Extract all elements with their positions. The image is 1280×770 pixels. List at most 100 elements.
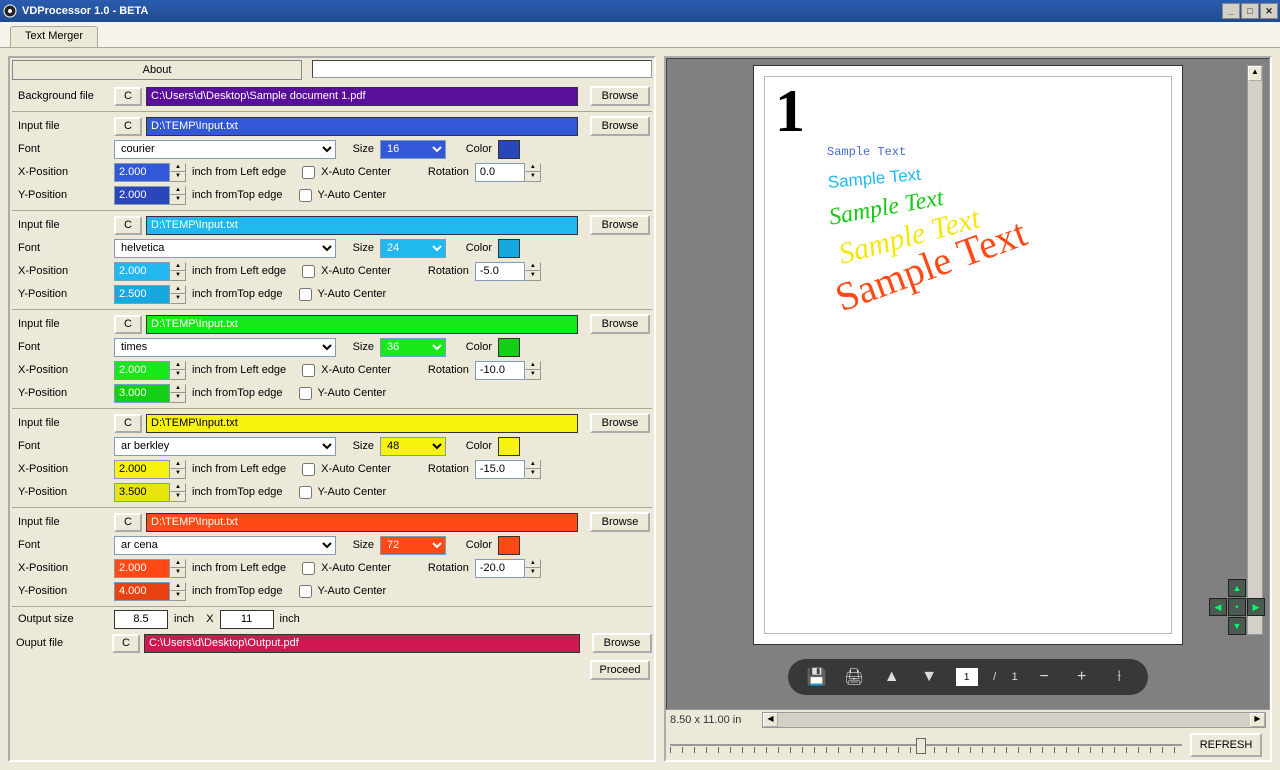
xauto-checkbox-3[interactable] [302,463,315,476]
font-select-0[interactable]: courier [114,140,336,159]
zoom-slider[interactable] [670,735,1182,755]
spin-down-icon[interactable]: ▼ [525,271,541,281]
spin-down-icon[interactable]: ▼ [170,172,186,182]
spin-up-icon[interactable]: ▲ [525,460,541,470]
size-select-3[interactable]: 48 [380,437,446,456]
font-select-3[interactable]: ar berkley [114,437,336,456]
font-select-2[interactable]: times [114,338,336,357]
spin-down-icon[interactable]: ▼ [525,370,541,380]
size-select-1[interactable]: 24 [380,239,446,258]
rotation-spinner-4[interactable]: ▲▼ [475,559,541,578]
nav-up[interactable]: ▲ [1228,579,1246,597]
xauto-checkbox-0[interactable] [302,166,315,179]
spin-down-icon[interactable]: ▼ [170,469,186,479]
proceed-button[interactable]: Proceed [590,660,650,680]
input-clear-button-2[interactable]: C [114,315,142,334]
rotation-spinner-3[interactable]: ▲▼ [475,460,541,479]
spin-down-icon[interactable]: ▼ [170,195,186,205]
yauto-checkbox-2[interactable] [299,387,312,400]
maximize-button[interactable]: □ [1241,3,1259,19]
xauto-checkbox-2[interactable] [302,364,315,377]
color-swatch-2[interactable] [498,338,520,357]
input-browse-button-2[interactable]: Browse [590,314,650,334]
input-path-3[interactable]: D:\TEMP\Input.txt [146,414,578,433]
spin-down-icon[interactable]: ▼ [170,294,186,304]
input-clear-button-4[interactable]: C [114,513,142,532]
ypos-spinner-0[interactable]: ▲▼ [114,186,186,205]
preview-viewport[interactable]: 1 Sample TextSample TextSample TextSampl… [666,58,1270,710]
close-button[interactable]: ✕ [1260,3,1278,19]
spin-up-icon[interactable]: ▲ [170,163,186,173]
output-height[interactable] [220,610,274,629]
scroll-up-icon[interactable]: ▲ [1248,66,1262,81]
xpos-spinner-0[interactable]: ▲▼ [114,163,186,182]
input-path-4[interactable]: D:\TEMP\Input.txt [146,513,578,532]
ypos-spinner-4[interactable]: ▲▼ [114,582,186,601]
color-swatch-3[interactable] [498,437,520,456]
spin-down-icon[interactable]: ▼ [170,393,186,403]
spin-up-icon[interactable]: ▲ [170,285,186,295]
spin-up-icon[interactable]: ▲ [525,361,541,371]
hscroll-right-icon[interactable]: ▶ [1250,713,1265,727]
input-path-1[interactable]: D:\TEMP\Input.txt [146,216,578,235]
zoom-thumb[interactable] [916,738,926,754]
print-icon[interactable]: 🖨 [843,666,865,688]
zoom-in-icon[interactable]: + [1071,666,1093,688]
xauto-checkbox-1[interactable] [302,265,315,278]
spin-up-icon[interactable]: ▲ [170,582,186,592]
nav-left[interactable]: ◀ [1209,598,1227,616]
spin-down-icon[interactable]: ▼ [170,591,186,601]
color-swatch-0[interactable] [498,140,520,159]
save-icon[interactable]: 💾 [806,666,828,688]
nav-center[interactable]: • [1228,598,1246,616]
spin-up-icon[interactable]: ▲ [170,460,186,470]
ypos-spinner-2[interactable]: ▲▼ [114,384,186,403]
page-input[interactable] [956,668,978,686]
spin-down-icon[interactable]: ▼ [525,172,541,182]
ypos-spinner-1[interactable]: ▲▼ [114,285,186,304]
minimize-button[interactable]: _ [1222,3,1240,19]
xpos-spinner-2[interactable]: ▲▼ [114,361,186,380]
size-select-2[interactable]: 36 [380,338,446,357]
spin-down-icon[interactable]: ▼ [525,568,541,578]
ypos-spinner-3[interactable]: ▲▼ [114,483,186,502]
nav-right[interactable]: ▶ [1247,598,1265,616]
spin-down-icon[interactable]: ▼ [170,568,186,578]
about-button[interactable]: About [12,60,302,80]
rotation-spinner-0[interactable]: ▲▼ [475,163,541,182]
input-path-0[interactable]: D:\TEMP\Input.txt [146,117,578,136]
size-select-4[interactable]: 72 [380,536,446,555]
input-path-2[interactable]: D:\TEMP\Input.txt [146,315,578,334]
input-browse-button-4[interactable]: Browse [590,512,650,532]
spin-down-icon[interactable]: ▼ [525,469,541,479]
rotation-spinner-2[interactable]: ▲▼ [475,361,541,380]
bg-clear-button[interactable]: C [114,87,142,106]
page-up-icon[interactable]: ▲ [881,666,903,688]
spin-up-icon[interactable]: ▲ [170,186,186,196]
nav-down[interactable]: ▼ [1228,617,1246,635]
spin-up-icon[interactable]: ▲ [525,559,541,569]
hscroll-left-icon[interactable]: ◀ [763,713,778,727]
xauto-checkbox-4[interactable] [302,562,315,575]
spin-up-icon[interactable]: ▲ [525,262,541,272]
color-swatch-4[interactable] [498,536,520,555]
spin-up-icon[interactable]: ▲ [170,483,186,493]
size-select-0[interactable]: 16 [380,140,446,159]
refresh-button[interactable]: REFRESH [1190,733,1262,757]
color-swatch-1[interactable] [498,239,520,258]
input-browse-button-1[interactable]: Browse [590,215,650,235]
yauto-checkbox-0[interactable] [299,189,312,202]
preview-vscroll[interactable]: ▲ [1247,65,1263,635]
xpos-spinner-3[interactable]: ▲▼ [114,460,186,479]
output-browse-button[interactable]: Browse [592,633,652,653]
input-clear-button-0[interactable]: C [114,117,142,136]
tab-text-merger[interactable]: Text Merger [10,26,98,47]
bg-path[interactable]: C:\Users\d\Desktop\Sample document 1.pdf [146,87,578,106]
yauto-checkbox-1[interactable] [299,288,312,301]
spin-down-icon[interactable]: ▼ [170,271,186,281]
bg-browse-button[interactable]: Browse [590,86,650,106]
input-clear-button-1[interactable]: C [114,216,142,235]
zoom-out-icon[interactable]: − [1033,666,1055,688]
input-browse-button-3[interactable]: Browse [590,413,650,433]
spin-up-icon[interactable]: ▲ [170,384,186,394]
